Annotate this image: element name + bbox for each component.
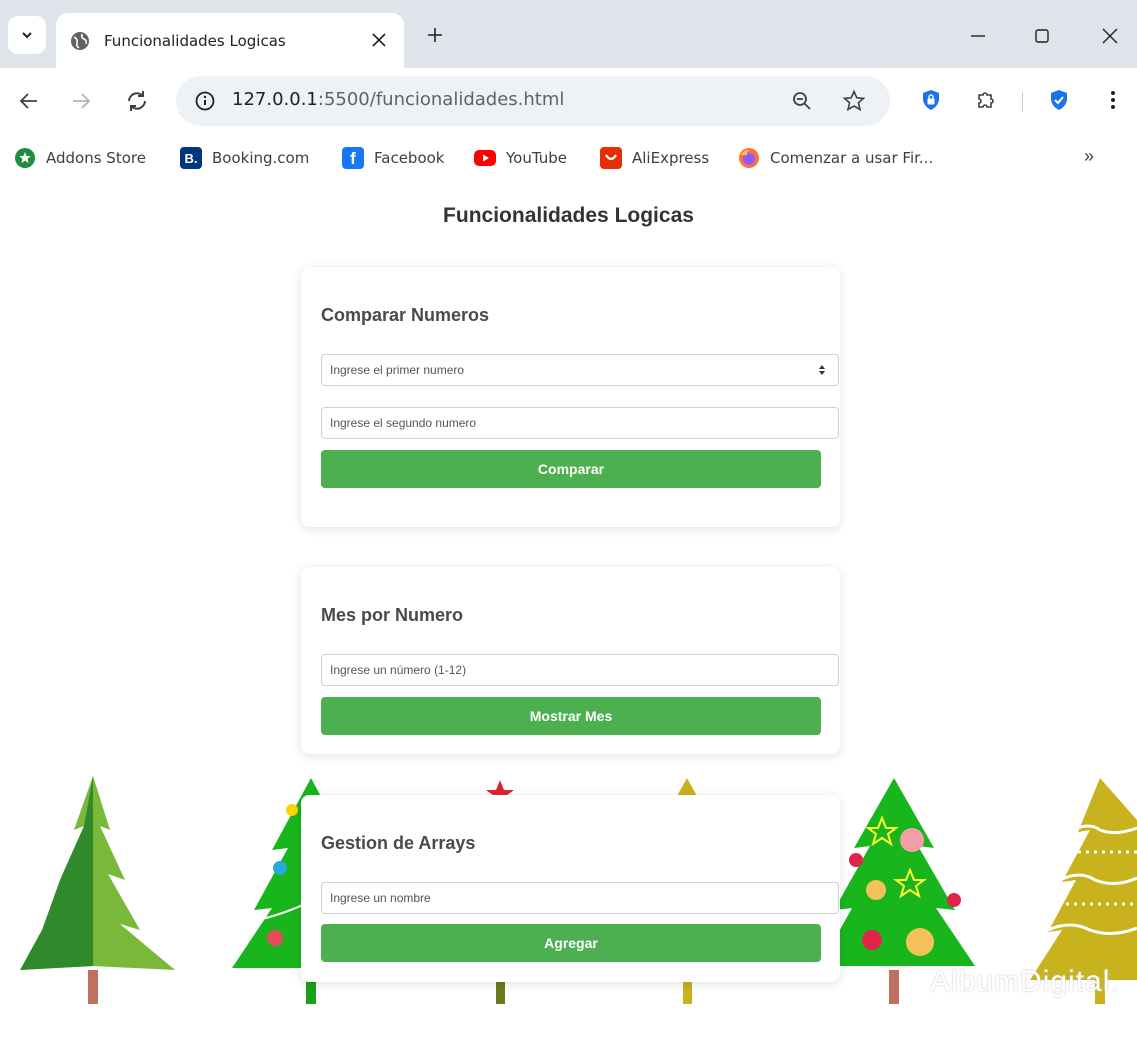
- reload-icon: [128, 91, 146, 111]
- minimize-icon: [971, 35, 985, 37]
- zoom-button[interactable]: [790, 89, 814, 113]
- close-window-button[interactable]: [1098, 24, 1122, 48]
- chevron-down-icon: [22, 32, 32, 39]
- close-icon: [1102, 28, 1118, 44]
- page-viewport: AlbumDigital. Funcionalidades Logicas Co…: [0, 180, 1137, 1050]
- bookmark-firefox[interactable]: Comenzar a usar Fir...: [738, 146, 933, 170]
- booking-icon: B.: [180, 147, 202, 169]
- browser-toolbar: 127.0.0.1:5500/funcionalidades.html: [0, 68, 1137, 134]
- compare-numbers-card: Comparar Numeros Comparar: [301, 267, 840, 527]
- bookmark-label: YouTube: [506, 149, 567, 167]
- bookmark-star-button[interactable]: [842, 89, 866, 113]
- new-tab-button[interactable]: [422, 22, 448, 48]
- bookmark-label: Comenzar a usar Fir...: [770, 149, 934, 167]
- minimize-button[interactable]: [966, 24, 990, 48]
- bookmark-addons-store[interactable]: Addons Store: [14, 146, 146, 170]
- maximize-button[interactable]: [1030, 24, 1054, 48]
- address-bar[interactable]: 127.0.0.1:5500/funcionalidades.html: [176, 76, 890, 126]
- star-icon: [842, 89, 866, 112]
- month-heading: Mes por Numero: [321, 605, 464, 625]
- first-number-input[interactable]: [321, 354, 839, 386]
- page-title: Funcionalidades Logicas: [443, 204, 694, 227]
- active-tab[interactable]: Funcionalidades Logicas: [56, 13, 404, 68]
- tree-1: [20, 776, 175, 1004]
- shield-lock-icon: [923, 90, 939, 110]
- puzzle-icon: [978, 92, 994, 108]
- reload-button[interactable]: [122, 86, 152, 116]
- close-icon: [372, 33, 386, 47]
- month-number-input[interactable]: [321, 654, 839, 686]
- firefox-icon: [738, 147, 760, 169]
- site-info-icon[interactable]: [194, 90, 216, 112]
- more-vertical-icon: [1111, 91, 1115, 109]
- back-button[interactable]: [14, 86, 44, 116]
- globe-icon: [71, 31, 89, 50]
- tab-title: Funcionalidades Logicas: [104, 31, 286, 50]
- extensions-button[interactable]: [972, 87, 998, 113]
- close-tab-button[interactable]: [366, 27, 392, 53]
- more-bookmarks-button[interactable]: »: [1084, 146, 1094, 167]
- plus-icon: [428, 28, 442, 42]
- second-number-input[interactable]: [321, 407, 839, 439]
- bookmark-aliexpress[interactable]: AliExpress: [600, 146, 709, 170]
- forward-button[interactable]: [66, 86, 96, 116]
- toolbar-separator: [1022, 92, 1023, 112]
- bookmark-booking[interactable]: B. Booking.com: [180, 146, 309, 170]
- arrow-right-icon: [73, 93, 91, 109]
- addons-store-icon: [14, 147, 36, 169]
- zoom-out-icon: [793, 92, 811, 110]
- bookmark-label: Booking.com: [212, 149, 310, 167]
- url-host: 127.0.0.1: [232, 89, 318, 110]
- compare-heading: Comparar Numeros: [321, 305, 490, 325]
- facebook-icon: f: [342, 147, 364, 169]
- tab-search-button[interactable]: [8, 16, 46, 54]
- compare-button[interactable]: Comparar: [321, 450, 821, 488]
- bookmark-youtube[interactable]: YouTube: [474, 146, 567, 170]
- bookmark-label: AliExpress: [632, 149, 710, 167]
- show-month-button[interactable]: Mostrar Mes: [321, 697, 821, 735]
- spinner-arrows-icon[interactable]: [818, 364, 826, 376]
- extension-lock-button[interactable]: [918, 87, 944, 113]
- month-by-number-card: Mes por Numero Mostrar Mes: [301, 567, 840, 754]
- bookmark-label: Facebook: [374, 149, 445, 167]
- arrays-heading: Gestion de Arrays: [321, 833, 476, 853]
- name-input[interactable]: [321, 882, 839, 914]
- youtube-icon: [474, 147, 496, 169]
- shield-check-icon: [1051, 90, 1067, 110]
- watermark-text: AlbumDigital.: [930, 965, 1120, 998]
- security-extension-button[interactable]: [1046, 87, 1072, 113]
- array-management-card: Gestion de Arrays Agregar: [301, 795, 840, 982]
- add-button[interactable]: Agregar: [321, 924, 821, 962]
- tab-bar: Funcionalidades Logicas: [0, 0, 1137, 68]
- maximize-icon: [1035, 29, 1049, 43]
- url-text: 127.0.0.1:5500/funcionalidades.html: [232, 89, 564, 110]
- aliexpress-icon: [600, 147, 622, 169]
- bookmarks-bar: Addons Store B. Booking.com f Facebook Y…: [0, 134, 1137, 180]
- arrow-left-icon: [19, 93, 37, 109]
- bookmark-label: Addons Store: [46, 149, 146, 167]
- menu-button[interactable]: [1100, 87, 1126, 113]
- bookmark-facebook[interactable]: f Facebook: [342, 146, 444, 170]
- url-path: :5500/funcionalidades.html: [317, 89, 565, 110]
